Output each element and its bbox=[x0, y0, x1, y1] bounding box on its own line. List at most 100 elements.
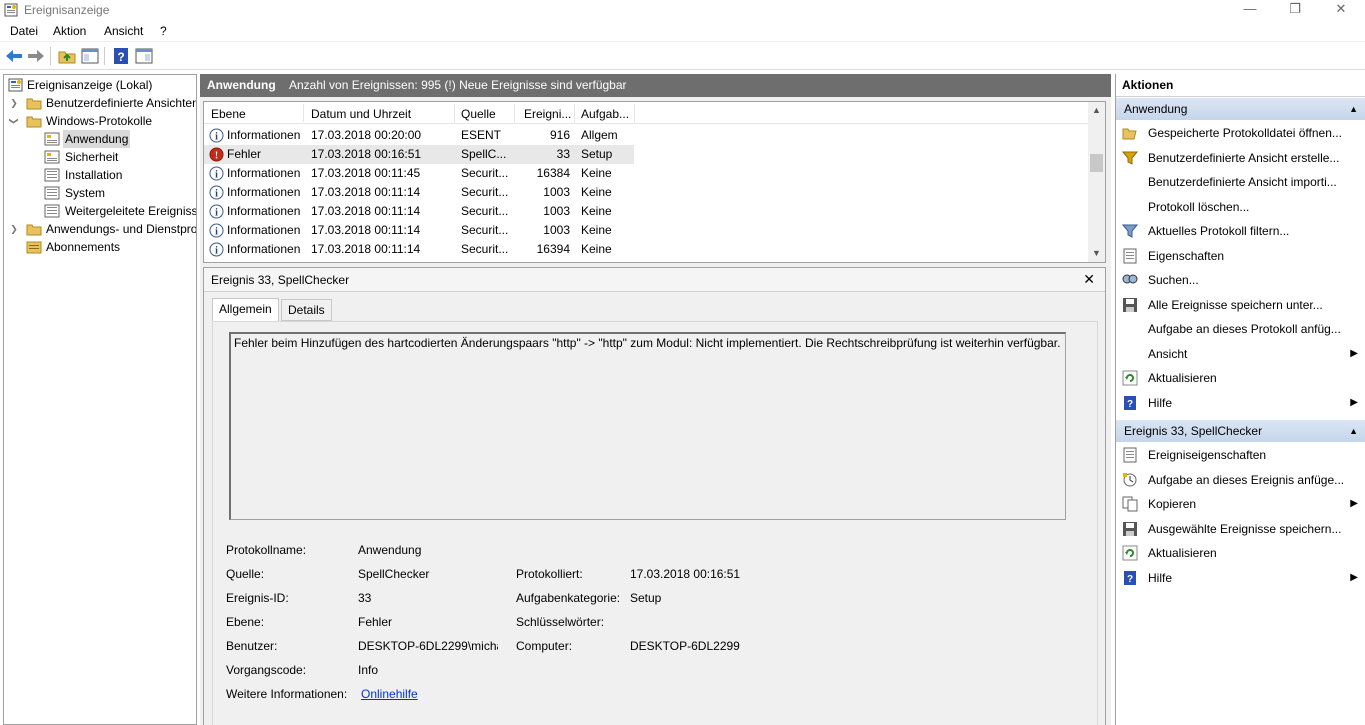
menu-action[interactable]: Aktion bbox=[53, 24, 86, 38]
tree-item-security[interactable]: Sicherheit bbox=[6, 148, 196, 166]
event-row[interactable]: i Informationen 17.03.2018 00:11:14 Securit… bbox=[204, 240, 634, 259]
tree-item-setup[interactable]: Installation bbox=[6, 166, 196, 184]
expand-chevron-icon[interactable]: ❯ bbox=[9, 94, 19, 112]
action-attach-task-to-log[interactable]: Aufgabe an dieses Protokoll anfüg... bbox=[1116, 317, 1365, 341]
tree-item-application[interactable]: Anwendung bbox=[6, 130, 196, 148]
event-row[interactable]: ! Fehler 17.03.2018 00:16:51 SpellC... 33 Set… bbox=[204, 145, 634, 164]
show-hide-tree-icon[interactable] bbox=[80, 46, 100, 66]
action-clear-log[interactable]: Protokoll löschen... bbox=[1116, 195, 1365, 219]
event-task: Keine bbox=[581, 166, 612, 180]
maximize-button[interactable]: ❐ bbox=[1272, 0, 1318, 21]
event-message[interactable]: Fehler beim Hinzufügen des hartcodierten… bbox=[229, 332, 1066, 520]
help-icon[interactable]: ? bbox=[111, 46, 131, 66]
action-save-selected-events[interactable]: Ausgewählte Ereignisse speichern... bbox=[1116, 517, 1365, 541]
menu-view[interactable]: Ansicht bbox=[104, 24, 143, 38]
event-id-value: 33 bbox=[358, 591, 372, 605]
folder-up-icon[interactable] bbox=[57, 46, 77, 66]
tree-label-subscriptions: Abonnements bbox=[46, 240, 121, 254]
action-attach-task-to-event[interactable]: Aufgabe an dieses Ereignis anfüge... bbox=[1116, 468, 1365, 492]
event-datetime: 17.03.2018 00:11:14 bbox=[311, 204, 421, 218]
collapse-triangle-icon[interactable]: ▲ bbox=[1349, 98, 1358, 120]
col-header-task[interactable]: Aufgab... bbox=[581, 107, 629, 121]
action-label: Aktuelles Protokoll filtern... bbox=[1148, 224, 1290, 238]
tree-item-app-service-logs[interactable]: ❯ Anwendungs- und Dienstprotokolle bbox=[6, 220, 196, 238]
action-refresh-event[interactable]: Aktualisieren bbox=[1116, 541, 1365, 565]
event-row[interactable]: i Informationen 17.03.2018 00:11:14 Securit… bbox=[204, 183, 634, 202]
action-label: Kopieren bbox=[1148, 497, 1197, 511]
action-label: Hilfe bbox=[1148, 395, 1173, 410]
event-id-label: Ereignis-ID: bbox=[226, 591, 289, 605]
online-help-link[interactable]: Onlinehilfe bbox=[361, 687, 418, 701]
event-id: 1003 bbox=[543, 185, 570, 199]
section-label-application: Anwendung bbox=[1124, 102, 1188, 116]
source-label: Quelle: bbox=[226, 567, 265, 581]
action-find[interactable]: Suchen... bbox=[1116, 268, 1365, 292]
log-name-label: Protokollname: bbox=[226, 543, 307, 557]
event-source: SpellC... bbox=[461, 147, 507, 161]
collapse-chevron-icon[interactable]: ❯ bbox=[5, 116, 23, 126]
action-create-custom-view[interactable]: Benutzerdefinierte Ansicht erstelle... bbox=[1116, 146, 1365, 170]
actions-section-event[interactable]: Ereignis 33, SpellChecker ▲ bbox=[1116, 420, 1365, 442]
svg-text:i: i bbox=[215, 208, 218, 219]
window-title: Ereignisanzeige bbox=[24, 3, 110, 17]
scrollbar-thumb[interactable] bbox=[1090, 154, 1103, 172]
action-open-saved-log[interactable]: Gespeicherte Protokolldatei öffnen... bbox=[1116, 121, 1365, 145]
forward-arrow-icon[interactable] bbox=[26, 46, 46, 66]
action-filter-current-log[interactable]: Aktuelles Protokoll filtern... bbox=[1116, 219, 1365, 243]
scroll-up-icon[interactable]: ▲ bbox=[1088, 105, 1105, 115]
menu-file[interactable]: Datei bbox=[10, 24, 38, 38]
event-list-scrollbar[interactable]: ▲ ▼ bbox=[1088, 102, 1105, 262]
col-header-level[interactable]: Ebene bbox=[211, 107, 246, 121]
action-save-all-events[interactable]: Alle Ereignisse speichern unter... bbox=[1116, 293, 1365, 317]
event-row[interactable]: i Informationen 17.03.2018 00:20:00 ESENT 91… bbox=[204, 126, 634, 145]
tree-item-custom-views[interactable]: ❯ Benutzerdefinierte Ansichten bbox=[6, 94, 196, 112]
action-help[interactable]: ? Hilfe ▶ bbox=[1116, 391, 1365, 415]
svg-text:?: ? bbox=[1127, 574, 1133, 585]
event-task: Keine bbox=[581, 242, 612, 256]
col-header-eventid[interactable]: Ereigni... bbox=[524, 107, 571, 121]
minimize-button[interactable]: — bbox=[1227, 0, 1273, 21]
event-properties-icon bbox=[1123, 447, 1137, 463]
action-import-custom-view[interactable]: Benutzerdefinierte Ansicht importi... bbox=[1116, 170, 1365, 194]
action-event-properties[interactable]: Ereigniseigenschaften bbox=[1116, 443, 1365, 467]
information-icon: i bbox=[209, 166, 224, 181]
action-properties[interactable]: Eigenschaften bbox=[1116, 244, 1365, 268]
tree-item-forwarded-events[interactable]: Weitergeleitete Ereignisse bbox=[6, 202, 196, 220]
collapse-triangle-icon[interactable]: ▲ bbox=[1349, 420, 1358, 442]
back-arrow-icon[interactable] bbox=[4, 46, 24, 66]
event-id: 16384 bbox=[536, 166, 570, 180]
actions-pane: Aktionen Anwendung ▲ Gespeicherte Protok… bbox=[1115, 74, 1365, 725]
menu-help[interactable]: ? bbox=[160, 24, 167, 38]
tab-general[interactable]: Allgemein bbox=[212, 298, 279, 322]
action-refresh[interactable]: Aktualisieren bbox=[1116, 366, 1365, 390]
event-id: 16394 bbox=[536, 242, 570, 256]
expand-chevron-icon[interactable]: ❯ bbox=[9, 220, 19, 238]
action-view[interactable]: Ansicht ▶ bbox=[1116, 342, 1365, 366]
action-help-event[interactable]: ? Hilfe ▶ bbox=[1116, 566, 1365, 590]
close-detail-button[interactable]: ✕ bbox=[1083, 271, 1095, 288]
tree-label-setup: Installation bbox=[65, 168, 123, 182]
action-copy[interactable]: Kopieren ▶ bbox=[1116, 492, 1365, 516]
event-source: Securit... bbox=[461, 242, 509, 256]
col-header-datetime[interactable]: Datum und Uhrzeit bbox=[311, 107, 411, 121]
event-row[interactable]: i Informationen 17.03.2018 00:11:14 Securit… bbox=[204, 221, 634, 240]
tree-item-root[interactable]: Ereignisanzeige (Lokal) bbox=[6, 76, 196, 94]
event-list[interactable]: Ebene Datum und Uhrzeit Quelle Ereigni..… bbox=[203, 101, 1106, 263]
tab-details[interactable]: Details bbox=[281, 299, 332, 321]
information-icon: i bbox=[209, 185, 224, 200]
svg-text:?: ? bbox=[1127, 399, 1133, 410]
scroll-down-icon[interactable]: ▼ bbox=[1088, 248, 1105, 258]
opcode-label: Vorgangscode: bbox=[226, 663, 307, 677]
event-row[interactable]: i Informationen 17.03.2018 00:11:14 Securit… bbox=[204, 202, 634, 221]
close-window-button[interactable]: ✕ bbox=[1318, 0, 1364, 21]
show-hide-action-pane-icon[interactable] bbox=[134, 46, 154, 66]
event-row[interactable]: i Informationen 17.03.2018 00:11:45 Securit… bbox=[204, 164, 634, 183]
tree-item-windows-logs[interactable]: ❯ Windows-Protokolle bbox=[6, 112, 196, 130]
event-id: 33 bbox=[556, 147, 570, 161]
col-header-source[interactable]: Quelle bbox=[461, 107, 496, 121]
actions-section-application[interactable]: Anwendung ▲ bbox=[1116, 98, 1365, 120]
logged-value: 17.03.2018 00:16:51 bbox=[630, 567, 741, 581]
tree-item-system[interactable]: System bbox=[6, 184, 196, 202]
help-icon: ? bbox=[1124, 395, 1136, 410]
tree-item-subscriptions[interactable]: Abonnements bbox=[6, 238, 196, 256]
